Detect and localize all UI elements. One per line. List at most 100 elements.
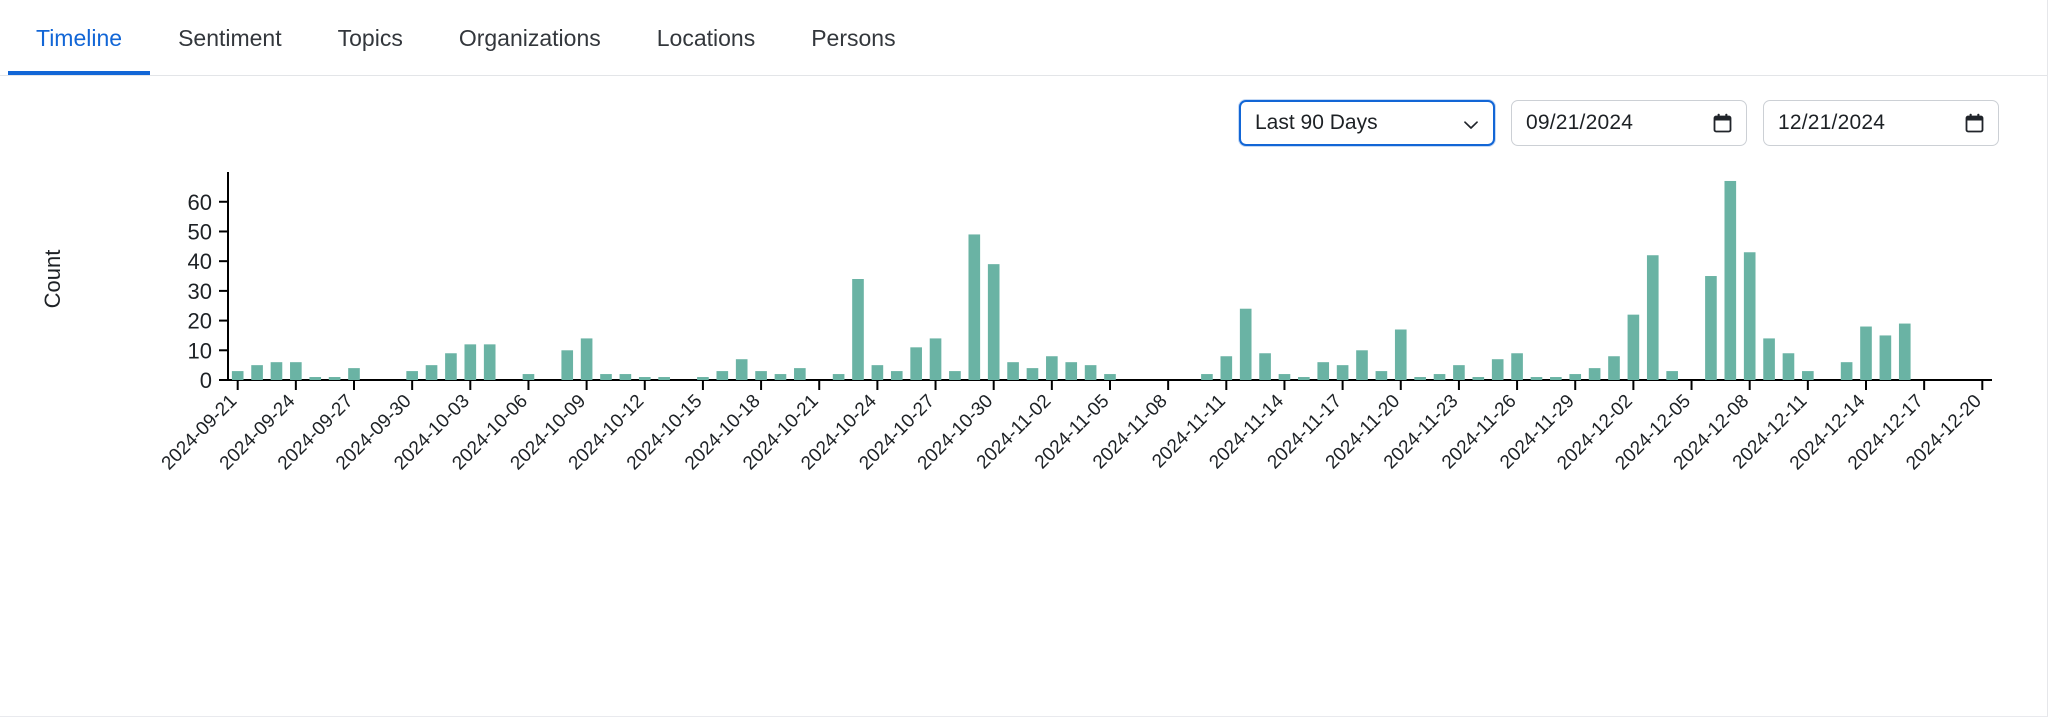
bar[interactable] <box>251 365 263 380</box>
timeline-bar-chart-svg: 0102030405060Count2024-09-212024-09-2420… <box>40 172 1992 474</box>
bar[interactable] <box>852 279 864 380</box>
start-date-value: 09/21/2024 <box>1526 111 1634 134</box>
bar[interactable] <box>1743 252 1756 380</box>
bar[interactable] <box>561 350 574 380</box>
bar[interactable] <box>1026 368 1039 380</box>
bar[interactable] <box>871 365 884 380</box>
chevron-down-icon <box>1463 115 1479 131</box>
bar[interactable] <box>1220 356 1233 380</box>
bar[interactable] <box>1259 353 1271 380</box>
bar[interactable] <box>987 264 1000 380</box>
bar[interactable] <box>716 371 729 380</box>
analytics-panel: Timeline Sentiment Topics Organizations … <box>0 0 2048 717</box>
calendar-icon[interactable] <box>1965 113 1984 133</box>
bar[interactable] <box>1763 338 1775 380</box>
y-axis-tick-label: 40 <box>188 249 212 274</box>
bar[interactable] <box>1375 371 1388 380</box>
bar[interactable] <box>1802 371 1814 380</box>
end-date-field[interactable]: 12/21/2024 <box>1763 100 1999 146</box>
bar[interactable] <box>1724 180 1737 380</box>
bar[interactable] <box>890 371 903 380</box>
bar[interactable] <box>1201 374 1213 380</box>
bar[interactable] <box>1860 326 1872 380</box>
bar[interactable] <box>1782 353 1795 380</box>
bar[interactable] <box>1433 374 1446 380</box>
bar[interactable] <box>1898 323 1911 380</box>
bar[interactable] <box>1569 374 1582 380</box>
date-range-select-value: Last 90 Days <box>1255 111 1378 134</box>
bar[interactable] <box>1550 377 1562 380</box>
tab-locations[interactable]: Locations <box>629 0 783 74</box>
bar[interactable] <box>1666 371 1678 380</box>
y-axis-tick-label: 0 <box>200 368 212 393</box>
bar[interactable] <box>290 362 302 380</box>
bar[interactable] <box>328 377 341 380</box>
tab-timeline[interactable]: Timeline <box>8 0 151 75</box>
bar[interactable] <box>968 234 981 380</box>
bar[interactable] <box>735 359 748 380</box>
bar[interactable] <box>1414 377 1426 380</box>
bar[interactable] <box>1705 276 1717 380</box>
bar[interactable] <box>522 374 535 380</box>
bar[interactable] <box>445 353 457 380</box>
bar[interactable] <box>619 374 632 380</box>
tab-organizations[interactable]: Organizations <box>431 0 629 74</box>
bar[interactable] <box>1588 368 1601 380</box>
bar[interactable] <box>1317 362 1330 380</box>
bar[interactable] <box>910 347 922 380</box>
tab-topics[interactable]: Topics <box>310 0 431 74</box>
y-axis-tick-label: 60 <box>188 190 212 215</box>
bar[interactable] <box>406 371 418 380</box>
bar[interactable] <box>1646 255 1659 380</box>
y-axis-tick-label: 30 <box>188 279 212 304</box>
bar[interactable] <box>600 374 612 380</box>
bar[interactable] <box>464 344 477 380</box>
tab-bar: Timeline Sentiment Topics Organizations … <box>0 0 2047 76</box>
tab-sentiment[interactable]: Sentiment <box>150 0 310 74</box>
bar[interactable] <box>309 377 322 380</box>
y-axis-tick-label: 20 <box>188 309 212 334</box>
bar[interactable] <box>1278 374 1291 380</box>
bar[interactable] <box>1879 335 1892 380</box>
bar[interactable] <box>794 368 806 380</box>
bar[interactable] <box>270 362 283 380</box>
bar[interactable] <box>1394 329 1407 381</box>
bar[interactable] <box>1336 365 1349 380</box>
bar[interactable] <box>832 374 845 380</box>
y-axis-tick-label: 50 <box>188 219 212 244</box>
bar[interactable] <box>774 374 787 380</box>
end-date-value: 12/21/2024 <box>1778 111 1886 134</box>
date-range-select[interactable]: Last 90 Days <box>1239 100 1495 146</box>
bar[interactable] <box>1046 356 1058 380</box>
bar[interactable] <box>658 377 670 380</box>
calendar-icon[interactable] <box>1713 113 1732 133</box>
tab-persons[interactable]: Persons <box>783 0 923 74</box>
start-date-field[interactable]: 09/21/2024 <box>1511 100 1747 146</box>
bar[interactable] <box>1840 362 1853 380</box>
bar[interactable] <box>755 371 767 380</box>
bar[interactable] <box>1104 374 1116 380</box>
bar[interactable] <box>425 365 438 380</box>
bar[interactable] <box>929 338 942 380</box>
bar[interactable] <box>1608 356 1620 380</box>
bar[interactable] <box>1007 362 1019 380</box>
bar[interactable] <box>1065 362 1078 380</box>
y-axis-tick-label: 10 <box>188 338 212 363</box>
bar[interactable] <box>1298 377 1310 380</box>
bar[interactable] <box>580 338 593 380</box>
bar[interactable] <box>1453 365 1465 380</box>
bar[interactable] <box>1491 359 1504 380</box>
bar[interactable] <box>1627 314 1640 380</box>
bar[interactable] <box>231 371 244 380</box>
bar[interactable] <box>1472 377 1485 380</box>
bar[interactable] <box>348 368 360 380</box>
bar[interactable] <box>1511 353 1523 380</box>
bar[interactable] <box>1084 365 1097 380</box>
bar[interactable] <box>638 377 651 380</box>
bar[interactable] <box>949 371 961 380</box>
bar[interactable] <box>697 377 709 380</box>
bar[interactable] <box>483 344 496 380</box>
bar[interactable] <box>1356 350 1368 380</box>
bar[interactable] <box>1239 308 1252 380</box>
bar[interactable] <box>1530 377 1543 380</box>
